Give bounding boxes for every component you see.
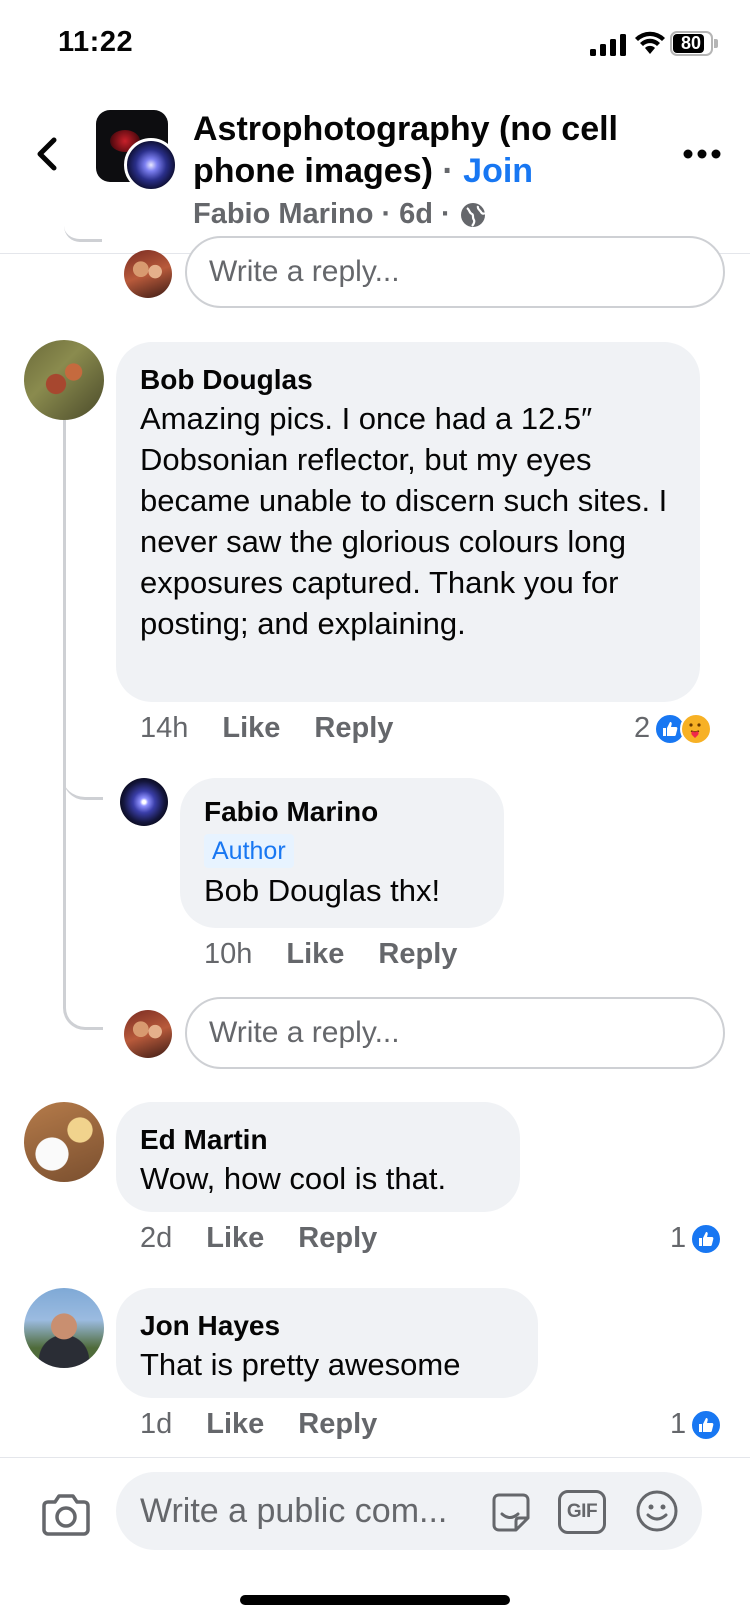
like-icon [690, 1222, 723, 1255]
reaction-count: 1 [670, 1408, 687, 1440]
battery-icon: 80 [670, 31, 718, 56]
comment-actions: 1d Like Reply [140, 1408, 377, 1441]
cellular-signal-icon [590, 34, 626, 56]
more-horizontal-icon[interactable] [682, 144, 722, 164]
comment-time[interactable]: 1d [140, 1408, 172, 1441]
group-title[interactable]: Astrophotography (no cell phone images) … [193, 108, 663, 192]
avatar[interactable] [24, 1288, 104, 1368]
comment-actions: 2d Like Reply [140, 1222, 377, 1255]
home-indicator[interactable] [240, 1595, 510, 1605]
reaction-summary[interactable]: 2 [634, 712, 713, 745]
like-button[interactable]: Like [206, 1222, 264, 1255]
thread-line [63, 420, 66, 790]
chevron-left-icon[interactable] [28, 128, 68, 180]
like-icon [690, 1408, 723, 1441]
commenter-name[interactable]: Ed Martin [140, 1122, 496, 1158]
post-author[interactable]: Fabio Marino [193, 198, 373, 231]
avatar[interactable] [120, 778, 168, 826]
like-button[interactable]: Like [286, 938, 344, 971]
public-comment-input[interactable]: Write a public com... GIF [116, 1472, 702, 1550]
reply-button[interactable]: Reply [298, 1408, 377, 1441]
reaction-summary[interactable]: 1 [670, 1222, 723, 1255]
reply-input[interactable]: Write a reply... [185, 997, 725, 1069]
composer-placeholder: Write a public com... [140, 1492, 448, 1530]
like-button[interactable]: Like [206, 1408, 264, 1441]
join-button[interactable]: Join [463, 152, 533, 190]
comment-text: Wow, how cool is that. [140, 1161, 447, 1196]
meta-dot: · [440, 198, 451, 230]
commenter-name[interactable]: Fabio Marino [204, 794, 480, 830]
comment-bubble[interactable]: Jon Hayes That is pretty awesome [116, 1288, 538, 1398]
thread-connector [63, 790, 103, 1030]
reply-button[interactable]: Reply [378, 938, 457, 971]
comment-bubble[interactable]: Ed Martin Wow, how cool is that. [116, 1102, 520, 1212]
gif-icon[interactable]: GIF [558, 1490, 606, 1534]
sticker-icon[interactable] [488, 1490, 534, 1536]
gif-label: GIF [566, 1501, 598, 1522]
author-avatar[interactable] [124, 138, 178, 192]
commenter-name[interactable]: Bob Douglas [140, 362, 676, 398]
care-icon [680, 712, 713, 745]
comment-time[interactable]: 10h [204, 938, 252, 971]
post-age[interactable]: 6d [399, 198, 433, 231]
avatar[interactable] [24, 1102, 104, 1182]
comment-composer: Write a public com... GIF [0, 1457, 750, 1624]
reaction-count: 1 [670, 1222, 687, 1254]
avatar[interactable] [124, 1010, 172, 1058]
status-time: 11:22 [58, 26, 134, 58]
avatar[interactable] [24, 340, 104, 420]
reaction-summary[interactable]: 1 [670, 1408, 723, 1441]
reply-button[interactable]: Reply [314, 712, 393, 745]
meta-dot: · [381, 198, 392, 230]
comment-time[interactable]: 14h [140, 712, 188, 745]
comment-text: Bob Douglas thx! [204, 873, 441, 908]
comment-actions: 14h Like Reply [140, 712, 393, 745]
emoji-icon[interactable] [634, 1488, 680, 1534]
group-name[interactable]: Astrophotography (no cell phone images) [193, 110, 618, 190]
camera-icon[interactable] [40, 1492, 92, 1538]
comment-time[interactable]: 2d [140, 1222, 172, 1255]
status-bar: 11:22 80 [0, 0, 750, 92]
comment-text: That is pretty awesome [140, 1347, 461, 1382]
reply-input[interactable]: Write a reply... [185, 236, 725, 308]
author-badge: Author [204, 834, 294, 868]
battery-level: 80 [680, 33, 702, 53]
reaction-count: 2 [634, 712, 651, 744]
globe-icon [460, 202, 486, 227]
reply-bubble[interactable]: Fabio Marino Author Bob Douglas thx! [180, 778, 504, 928]
avatar[interactable] [124, 250, 172, 298]
comment-actions: 10h Like Reply [204, 938, 457, 971]
reply-button[interactable]: Reply [298, 1222, 377, 1255]
comment-text: Amazing pics. I once had a 12.5″ Dobsoni… [140, 401, 668, 641]
wifi-icon [635, 31, 665, 54]
commenter-name[interactable]: Jon Hayes [140, 1308, 514, 1344]
comment-bubble[interactable]: Bob Douglas Amazing pics. I once had a 1… [116, 342, 700, 702]
title-separator: · [442, 152, 454, 190]
post-header: Astrophotography (no cell phone images) … [0, 92, 750, 254]
post-meta: Fabio Marino · 6d · [193, 198, 487, 231]
like-button[interactable]: Like [222, 712, 280, 745]
